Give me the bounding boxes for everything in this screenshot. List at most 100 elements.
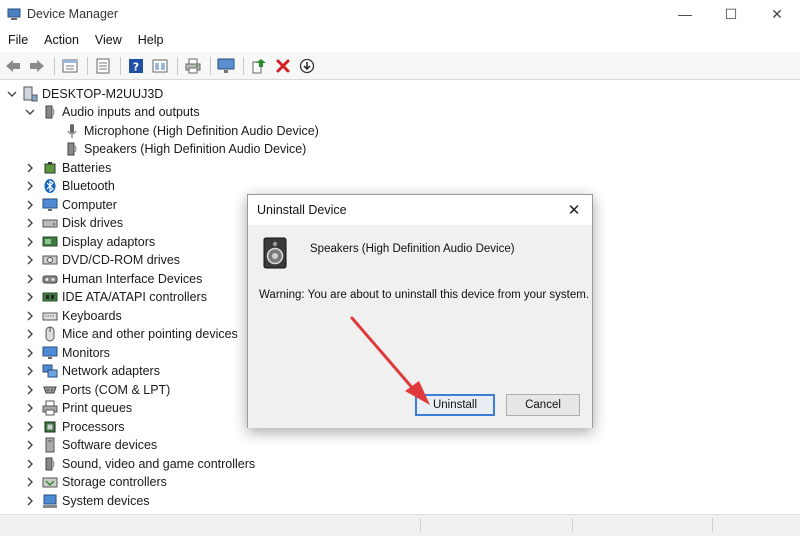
status-bar (0, 514, 800, 536)
processor-icon (42, 419, 58, 435)
tree-item-audio[interactable]: Audio inputs and outputs (24, 103, 200, 121)
tree-item-ports[interactable]: Ports (COM & LPT) (24, 381, 170, 399)
tree-item-display-adaptors[interactable]: Display adaptors (24, 233, 155, 251)
download-button[interactable] (296, 55, 318, 77)
minimize-icon: — (678, 6, 692, 22)
toolbar: ? (0, 52, 800, 80)
chevron-right-icon[interactable] (24, 328, 36, 340)
tree-item-system-devices[interactable]: System devices (24, 492, 150, 510)
tree-item-label: Computer (62, 198, 117, 212)
tree-item-software-devices[interactable]: Software devices (24, 436, 157, 454)
minimize-button[interactable]: — (662, 0, 708, 28)
chevron-right-icon[interactable] (24, 273, 36, 285)
tree-item-disk-drives[interactable]: Disk drives (24, 214, 123, 232)
printer-icon (42, 400, 58, 416)
uninstall-device-dialog: Uninstall Device ✕ Speakers (High Defini… (247, 194, 593, 428)
tree-item-bluetooth[interactable]: Bluetooth (24, 177, 115, 195)
tree-root[interactable]: DESKTOP-M2UUJ3D (6, 85, 163, 103)
tree-item-storage-controllers[interactable]: Storage controllers (24, 473, 167, 491)
forward-button[interactable] (26, 55, 48, 77)
tree-item-label: IDE ATA/ATAPI controllers (62, 290, 207, 304)
chevron-right-icon[interactable] (24, 217, 36, 229)
close-icon: ✕ (771, 5, 783, 22)
tree-item-keyboards[interactable]: Keyboards (24, 307, 122, 325)
tree-item-label: Ports (COM & LPT) (62, 383, 171, 397)
forward-arrow-icon (30, 59, 44, 72)
monitor-icon (42, 197, 58, 213)
monitor-icon (42, 345, 58, 361)
tree-item-label: Mice and other pointing devices (62, 327, 238, 341)
print-button[interactable] (182, 55, 204, 77)
maximize-icon: ☐ (724, 5, 738, 22)
tree-item-print-queues[interactable]: Print queues (24, 399, 132, 417)
menu-view[interactable]: View (87, 33, 130, 47)
dialog-close-button[interactable]: ✕ (564, 200, 584, 220)
menu-file[interactable]: File (0, 33, 36, 47)
dvd-drive-icon (42, 252, 58, 268)
tree-item-microphone[interactable]: Microphone (High Definition Audio Device… (64, 122, 319, 140)
speaker-icon (42, 104, 58, 120)
tree-item-network-adapters[interactable]: Network adapters (24, 362, 160, 380)
tree-item-computer[interactable]: Computer (24, 196, 117, 214)
close-window-button[interactable]: ✕ (754, 0, 800, 28)
tree-item-hid[interactable]: Human Interface Devices (24, 270, 202, 288)
chevron-down-icon[interactable] (6, 88, 18, 100)
hid-icon (42, 271, 58, 287)
cancel-button[interactable]: Cancel (506, 394, 580, 416)
tree-item-label: Monitors (62, 346, 110, 360)
tree-item-ide-controllers[interactable]: IDE ATA/ATAPI controllers (24, 288, 207, 306)
list-button[interactable] (92, 55, 114, 77)
chevron-right-icon[interactable] (24, 291, 36, 303)
status-divider (572, 518, 573, 532)
help-button[interactable]: ? (125, 55, 147, 77)
scan-hardware-button[interactable] (215, 55, 237, 77)
tree-item-label: Software devices (62, 438, 158, 452)
chevron-right-icon[interactable] (24, 476, 36, 488)
chevron-down-icon[interactable] (24, 106, 36, 118)
tree-item-batteries[interactable]: Batteries (24, 159, 111, 177)
tree-item-mice[interactable]: Mice and other pointing devices (24, 325, 238, 343)
chevron-right-icon[interactable] (24, 199, 36, 211)
chevron-right-icon[interactable] (24, 365, 36, 377)
status-divider (712, 518, 713, 532)
view-icon (152, 59, 168, 72)
tree-item-label: DVD/CD-ROM drives (62, 253, 181, 267)
uninstall-button[interactable]: Uninstall (415, 394, 495, 416)
tree-item-dvd-drives[interactable]: DVD/CD-ROM drives (24, 251, 180, 269)
chevron-right-icon[interactable] (24, 402, 36, 414)
close-icon: ✕ (567, 202, 581, 219)
uninstall-button[interactable] (272, 55, 294, 77)
dialog-title-bar: Uninstall Device (248, 195, 592, 225)
tree-item-processors[interactable]: Processors (24, 418, 125, 436)
chevron-right-icon[interactable] (24, 384, 36, 396)
chevron-right-icon[interactable] (24, 180, 36, 192)
menu-action[interactable]: Action (36, 33, 87, 47)
properties-button[interactable] (59, 55, 81, 77)
view-button[interactable] (149, 55, 171, 77)
chevron-right-icon[interactable] (24, 495, 36, 507)
tree-item-speakers[interactable]: Speakers (High Definition Audio Device) (64, 140, 306, 158)
properties-icon (62, 59, 78, 72)
chevron-right-icon[interactable] (24, 162, 36, 174)
network-adapter-icon (42, 363, 58, 379)
chevron-right-icon[interactable] (24, 347, 36, 359)
chevron-right-icon[interactable] (24, 458, 36, 470)
back-button[interactable] (2, 55, 24, 77)
chevron-right-icon[interactable] (24, 310, 36, 322)
chevron-right-icon[interactable] (24, 236, 36, 248)
chevron-right-icon[interactable] (24, 254, 36, 266)
back-arrow-icon (6, 59, 20, 72)
disk-drive-icon (42, 215, 58, 231)
toolbar-separator (210, 56, 211, 75)
tree-item-label: Display adaptors (62, 235, 156, 249)
tree-item-monitors[interactable]: Monitors (24, 344, 110, 362)
tree-item-sound-controllers[interactable]: Sound, video and game controllers (24, 455, 255, 473)
uninstall-x-icon (276, 59, 290, 72)
chevron-right-icon[interactable] (24, 421, 36, 433)
update-driver-button[interactable] (248, 55, 270, 77)
tree-item-label: Processors (62, 420, 125, 434)
maximize-button[interactable]: ☐ (708, 0, 754, 28)
toolbar-separator (177, 56, 178, 75)
chevron-right-icon[interactable] (24, 439, 36, 451)
menu-help[interactable]: Help (130, 33, 172, 47)
